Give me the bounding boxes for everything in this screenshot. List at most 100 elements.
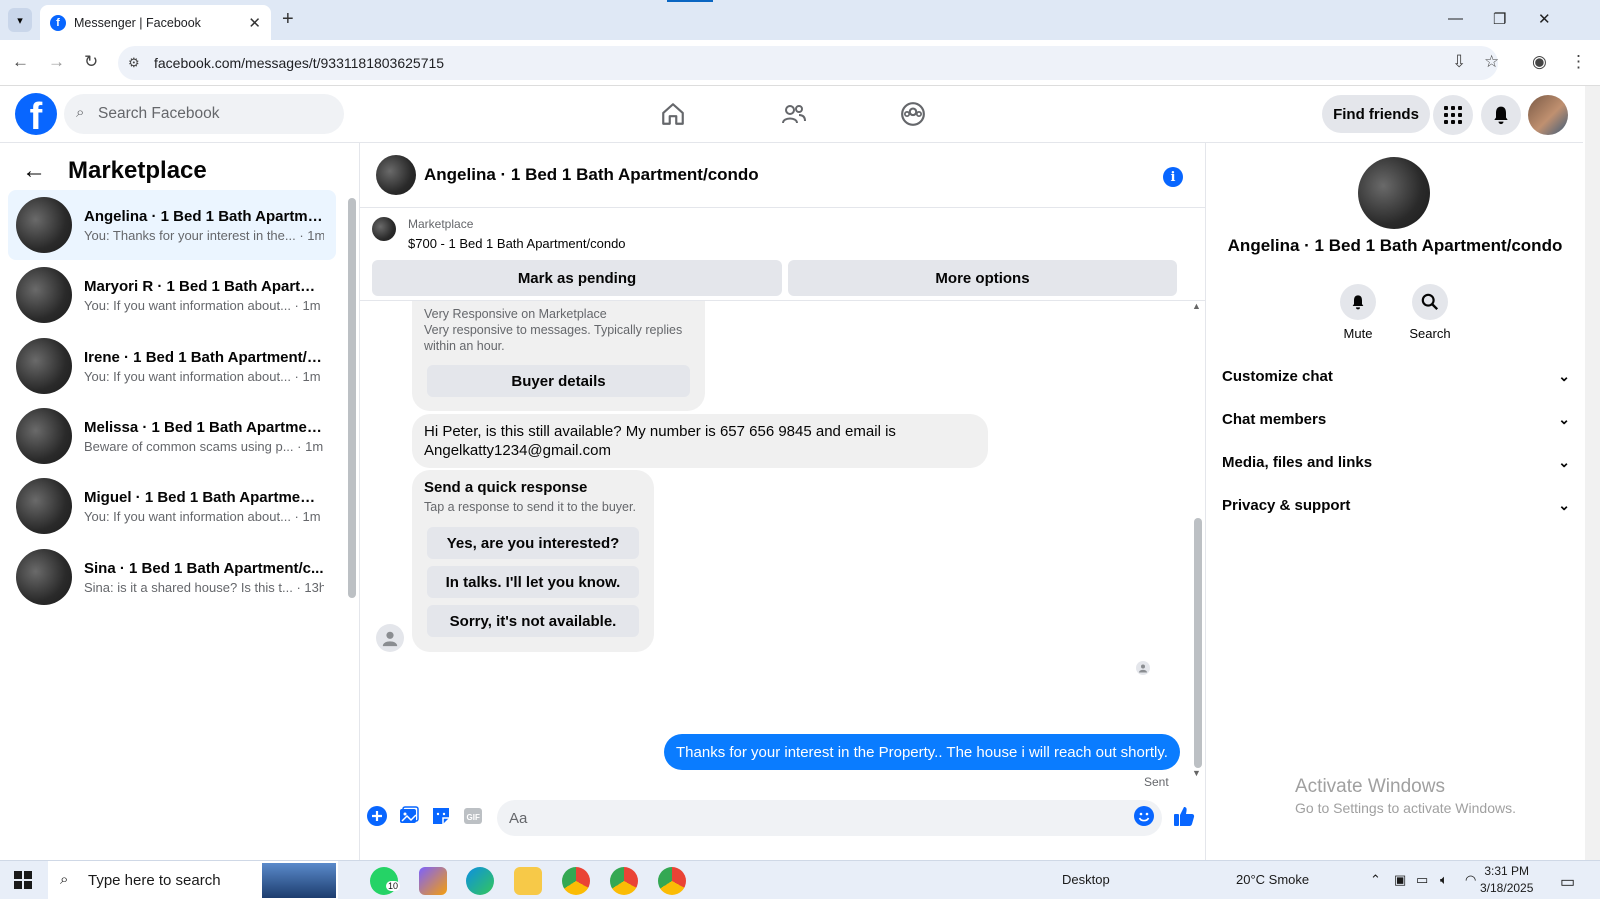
conversation-item[interactable]: Miguel · 1 Bed 1 Bath Apartment... You: I…: [8, 471, 336, 541]
conversation-list-panel: ← Marketplace Angelina · 1 Bed 1 Bath Ap…: [0, 143, 360, 860]
notifications-center-icon[interactable]: ▭: [1560, 872, 1575, 892]
friends-icon[interactable]: [778, 98, 810, 130]
panel-header: ← Marketplace: [22, 157, 207, 185]
conversation-item[interactable]: Angelina · 1 Bed 1 Bath Apartme... You: T…: [8, 190, 336, 260]
more-options-button[interactable]: More options: [788, 260, 1177, 296]
chat-avatar[interactable]: [376, 155, 416, 195]
message-input[interactable]: Aa: [497, 800, 1162, 836]
conversation-title: Melissa · 1 Bed 1 Bath Apartmen...: [84, 418, 324, 436]
windows-start-icon[interactable]: [14, 871, 32, 894]
battery-icon[interactable]: ▭: [1416, 872, 1428, 888]
privacy-support-row[interactable]: Privacy & support ⌄: [1222, 485, 1570, 525]
forward-arrow-icon[interactable]: →: [48, 52, 65, 72]
site-settings-icon[interactable]: ⚙: [128, 55, 140, 71]
mute-action[interactable]: Mute: [1328, 284, 1388, 341]
back-arrow-icon[interactable]: ←: [12, 52, 29, 72]
scroll-down-arrow-icon[interactable]: ▼: [1192, 768, 1201, 778]
wifi-icon[interactable]: ◠: [1465, 872, 1476, 888]
gif-icon[interactable]: GIF: [462, 805, 484, 827]
conversation-list-scrollbar[interactable]: [348, 198, 356, 598]
facebook-logo-icon[interactable]: f: [15, 93, 57, 135]
find-friends-button[interactable]: Find friends: [1322, 95, 1430, 133]
whatsapp-icon[interactable]: 10: [370, 867, 401, 895]
bookmark-star-icon[interactable]: ☆: [1484, 52, 1499, 72]
notifications-bell-icon[interactable]: [1481, 95, 1521, 135]
address-bar[interactable]: ⚙ facebook.com/messages/t/93311818036257…: [118, 46, 1498, 80]
search-facebook-input[interactable]: ⌕ Search Facebook: [64, 94, 344, 134]
section-label: Media, files and links: [1222, 453, 1373, 471]
home-icon[interactable]: [657, 98, 689, 130]
chrome-profile-icon[interactable]: [610, 867, 638, 895]
conversation-item[interactable]: Melissa · 1 Bed 1 Bath Apartmen... Beware…: [8, 401, 336, 471]
close-window-icon[interactable]: ✕: [1538, 10, 1551, 28]
quick-reply-button[interactable]: In talks. I'll let you know.: [427, 566, 639, 598]
close-tab-icon[interactable]: ✕: [248, 14, 261, 32]
groups-icon[interactable]: [897, 98, 929, 130]
conversation-preview: You: If you want information about... · …: [84, 508, 321, 524]
whatsapp-badge: 10: [386, 881, 401, 891]
customize-chat-row[interactable]: Customize chat ⌄: [1222, 356, 1570, 396]
edge-icon[interactable]: [466, 867, 494, 895]
volume-icon[interactable]: 🔈︎: [1440, 872, 1448, 888]
taskbar-search-placeholder: Type here to search: [88, 872, 221, 889]
sticker-icon[interactable]: [430, 805, 452, 827]
details-avatar[interactable]: [1358, 157, 1430, 229]
tab-list-chevron-down-icon[interactable]: ▾: [8, 8, 32, 32]
search-action[interactable]: Search: [1400, 284, 1460, 341]
taskbar-search-box[interactable]: ⌕ Type here to search: [48, 861, 338, 899]
back-arrow-icon[interactable]: ←: [22, 157, 46, 185]
conversation-title: Maryori R · 1 Bed 1 Bath Apartm...: [84, 277, 324, 295]
incoming-message-text: Hi Peter, is this still available? My nu…: [424, 423, 896, 459]
system-clock[interactable]: 3:31 PM 3/18/2025: [1480, 863, 1533, 897]
chrome-profile-icon[interactable]: [658, 867, 686, 895]
minimize-icon[interactable]: —: [1448, 10, 1463, 27]
menu-dots-icon[interactable]: ⋮: [1570, 52, 1587, 72]
listing-title[interactable]: $700 - 1 Bed 1 Bath Apartment/condo: [408, 236, 626, 251]
copilot-icon[interactable]: [419, 867, 447, 895]
weather-widget[interactable]: 20°C Smoke: [1236, 872, 1309, 887]
page-scrollbar[interactable]: [1585, 86, 1600, 860]
chrome-icon[interactable]: [562, 867, 590, 895]
reload-icon[interactable]: ↻: [84, 52, 98, 72]
incoming-message-bubble: Hi Peter, is this still available? My nu…: [412, 414, 988, 468]
conversation-preview: Beware of common scams using p... · 1m: [84, 438, 324, 454]
file-explorer-icon[interactable]: [514, 867, 542, 895]
add-more-icon[interactable]: [366, 805, 388, 827]
facebook-header: f ⌕ Search Facebook Find friends: [0, 86, 1583, 143]
scroll-up-arrow-icon[interactable]: ▲: [1192, 301, 1201, 311]
attach-photo-icon[interactable]: [398, 805, 420, 827]
restore-icon[interactable]: ❐: [1493, 10, 1506, 28]
emoji-icon[interactable]: [1133, 805, 1155, 827]
new-tab-plus-icon[interactable]: +: [282, 8, 294, 31]
desktop-toolbar-label[interactable]: Desktop: [1062, 872, 1110, 887]
media-files-links-row[interactable]: Media, files and links ⌄: [1222, 442, 1570, 482]
info-icon[interactable]: i: [1163, 167, 1183, 187]
listing-thumbnail[interactable]: [372, 217, 396, 241]
quick-reply-button[interactable]: Yes, are you interested?: [427, 527, 639, 559]
mark-as-pending-button[interactable]: Mark as pending: [372, 260, 782, 296]
conversation-preview: You: If you want information about... · …: [84, 368, 321, 384]
profile-icon[interactable]: ◉: [1532, 52, 1547, 72]
buyer-reply-line: Very responsive to messages. Typically r…: [424, 323, 683, 353]
like-thumbs-up-icon[interactable]: [1173, 805, 1195, 827]
quick-reply-button[interactable]: Sorry, it's not available.: [427, 605, 639, 637]
chat-scrollbar[interactable]: [1194, 518, 1202, 768]
conversation-thumbnail: [16, 338, 72, 394]
menu-grid-icon[interactable]: [1433, 95, 1473, 135]
meet-now-icon[interactable]: ▣: [1394, 872, 1406, 888]
show-hidden-icons-chevron-icon[interactable]: ⌃: [1370, 872, 1381, 888]
mute-label: Mute: [1343, 326, 1373, 341]
conversation-item[interactable]: Sina · 1 Bed 1 Bath Apartment/c... Sina: …: [8, 542, 336, 612]
watermark-title: Activate Windows: [1295, 776, 1445, 797]
chat-members-row[interactable]: Chat members ⌄: [1222, 399, 1570, 439]
buyer-details-button[interactable]: Buyer details: [427, 365, 690, 397]
section-label: Customize chat: [1222, 367, 1333, 385]
chat-title[interactable]: Angelina · 1 Bed 1 Bath Apartment/condo: [424, 165, 759, 185]
conversation-item[interactable]: Maryori R · 1 Bed 1 Bath Apartm... You: I…: [8, 260, 336, 330]
conversation-item[interactable]: Irene · 1 Bed 1 Bath Apartment/c... You: …: [8, 331, 336, 401]
search-placeholder: Search Facebook: [98, 105, 220, 122]
browser-tab[interactable]: f Messenger | Facebook ✕: [40, 5, 271, 40]
account-avatar[interactable]: [1528, 95, 1568, 135]
url-text: facebook.com/messages/t/9331181803625715: [154, 55, 445, 71]
install-app-icon[interactable]: ⇩: [1452, 52, 1466, 72]
